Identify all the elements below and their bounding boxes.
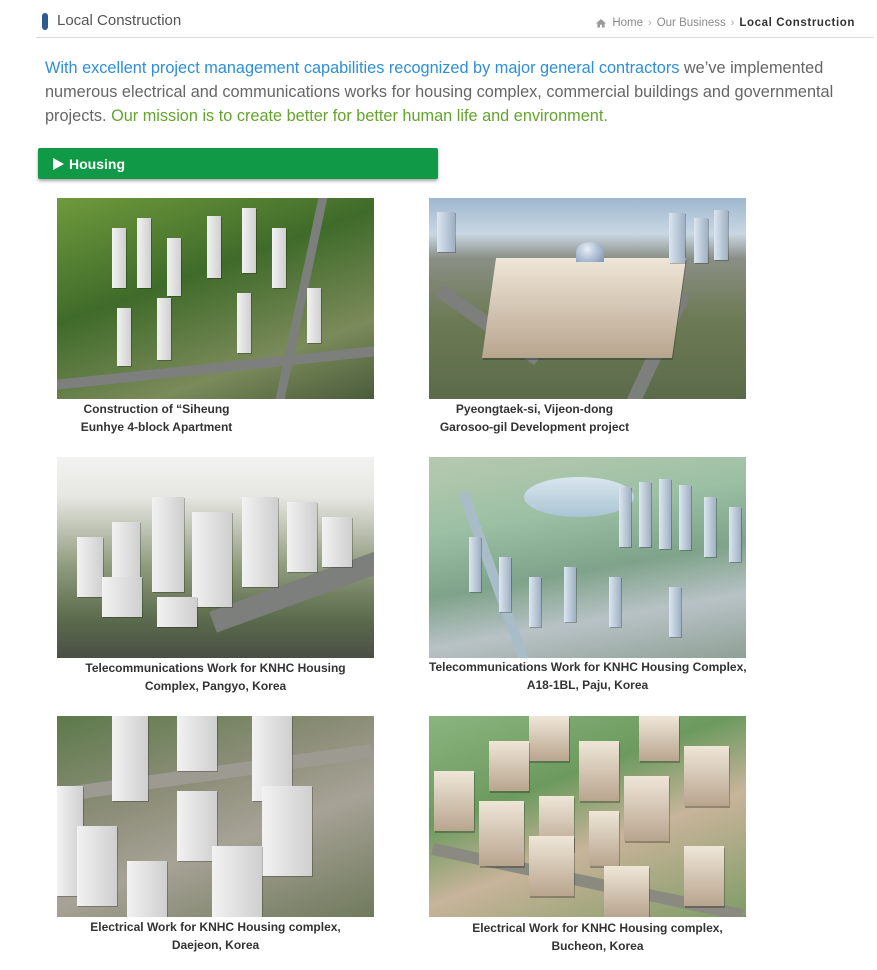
caption-line: Complex, Pangyo, Korea bbox=[144, 679, 287, 693]
breadcrumb-home-link[interactable]: Home bbox=[612, 17, 643, 29]
caption-line: Bucheon, Korea bbox=[551, 939, 644, 953]
breadcrumb-our-business-link[interactable]: Our Business bbox=[657, 17, 726, 29]
project-caption-bucheon: Electrical Work for KNHC Housing complex… bbox=[429, 919, 746, 955]
intro-paragraph: With excellent project management capabi… bbox=[45, 56, 865, 128]
page-title: Local Construction bbox=[57, 12, 182, 29]
page-header: Local Construction Home › Our Business ›… bbox=[0, 0, 877, 40]
breadcrumb: Home › Our Business › Local Construction bbox=[596, 17, 855, 29]
project-photo-daejeon bbox=[57, 716, 374, 917]
caption-line: Garosoo-gil Development project bbox=[439, 420, 630, 434]
section-label: Housing bbox=[69, 155, 125, 172]
caption-line: A18-1BL, Paju, Korea bbox=[526, 678, 649, 692]
project-photo-pyeongtaek bbox=[429, 198, 746, 399]
project-caption-pyeongtaek: Pyeongtaek-si, Vijeon-dong Garosoo-gil D… bbox=[429, 400, 746, 436]
caption-line: Pyeongtaek-si, Vijeon-dong bbox=[455, 402, 614, 416]
chevron-right-icon: › bbox=[730, 17, 735, 29]
play-icon bbox=[53, 157, 64, 170]
project-caption-siheung: Construction of “Siheung Eunhye 4-block … bbox=[57, 400, 374, 436]
project-photo-bucheon bbox=[429, 716, 746, 917]
caption-line: Construction of “Siheung bbox=[83, 402, 230, 416]
project-caption-paju: Telecommunications Work for KNHC Housing… bbox=[429, 658, 747, 694]
caption-line: Telecommunications Work for KNHC Housing… bbox=[429, 660, 747, 674]
caption-line: Daejeon, Korea bbox=[171, 938, 260, 952]
title-marker-icon bbox=[42, 13, 48, 30]
project-photo-siheung bbox=[57, 198, 374, 399]
caption-line: Telecommunications Work for KNHC Housing bbox=[85, 661, 346, 675]
breadcrumb-current: Local Construction bbox=[739, 17, 855, 29]
home-icon[interactable] bbox=[596, 18, 607, 28]
project-caption-pangyo: Telecommunications Work for KNHC Housing… bbox=[57, 659, 374, 695]
intro-highlight-green: Our mission is to create better for bett… bbox=[111, 107, 608, 125]
section-header-housing: Housing bbox=[38, 148, 438, 179]
intro-highlight-blue: With excellent project management capabi… bbox=[45, 59, 680, 77]
project-photo-paju bbox=[429, 457, 746, 658]
caption-line: Electrical Work for KNHC Housing complex… bbox=[472, 921, 723, 935]
header-divider bbox=[36, 37, 874, 38]
caption-line: Eunhye 4-block Apartment bbox=[80, 420, 233, 434]
project-caption-daejeon: Electrical Work for KNHC Housing complex… bbox=[57, 918, 374, 954]
chevron-right-icon: › bbox=[648, 17, 652, 29]
project-photo-pangyo bbox=[57, 457, 374, 658]
caption-line: Electrical Work for KNHC Housing complex… bbox=[90, 920, 341, 934]
